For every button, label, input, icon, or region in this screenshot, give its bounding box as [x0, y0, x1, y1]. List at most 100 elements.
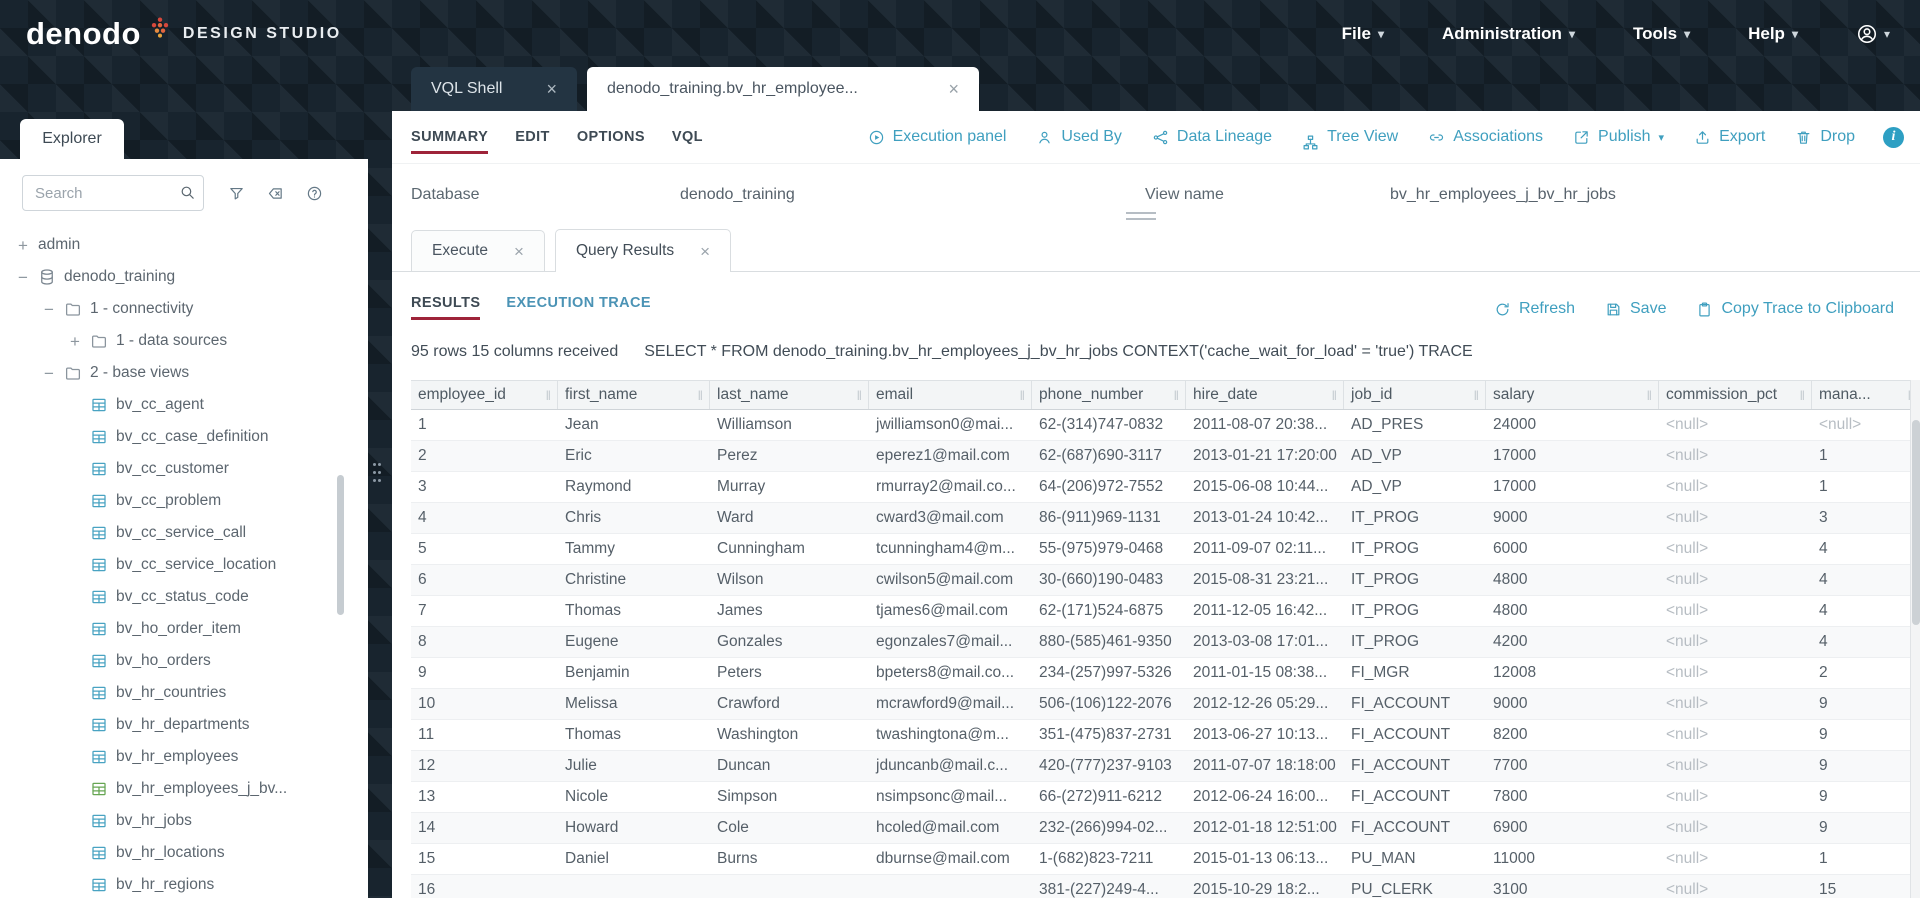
action-publish[interactable]: Publish ▾ [1573, 128, 1664, 146]
tree-item-2-base-views[interactable]: − 2 - base views [0, 357, 368, 389]
subnav-vql[interactable]: VQL [672, 121, 703, 154]
collapse-icon[interactable]: − [42, 301, 56, 318]
action-tree-view[interactable]: Tree View [1302, 124, 1398, 151]
tree-item-bv-cc-service-location[interactable]: bv_cc_service_location [0, 549, 368, 581]
subnav-options[interactable]: OPTIONS [577, 121, 645, 154]
action-export[interactable]: Export [1694, 128, 1765, 146]
tree-item-bv-hr-locations[interactable]: bv_hr_locations [0, 837, 368, 869]
menu-tools[interactable]: Tools ▾ [1633, 24, 1690, 44]
scrollbar-thumb[interactable] [1912, 420, 1920, 625]
column-header-hire-date[interactable]: hire_date ‖ [1186, 381, 1344, 409]
tree-item-bv-cc-service-call[interactable]: bv_cc_service_call [0, 517, 368, 549]
column-header-employee-id[interactable]: employee_id ‖ [411, 381, 558, 409]
table-row[interactable]: 4 Chris Ward cward3@mail.com 86-(911)969-113… [411, 503, 1920, 534]
tree-item-bv-cc-status-code[interactable]: bv_cc_status_code [0, 581, 368, 613]
result-action-save[interactable]: Save [1605, 300, 1666, 318]
action-drop[interactable]: Drop [1795, 128, 1855, 146]
sort-handle-icon[interactable]: ‖ [1796, 388, 1805, 403]
action-used-by[interactable]: Used By [1036, 128, 1122, 146]
tab-view-document[interactable]: denodo_training.bv_hr_employee... × [587, 67, 979, 111]
table-row[interactable]: 6 Christine Wilson cwilson5@mail.com 30-(660… [411, 565, 1920, 596]
panel-resize-handle[interactable] [1126, 212, 1156, 220]
sort-handle-icon[interactable]: ‖ [542, 388, 551, 403]
filter-icon[interactable] [228, 185, 245, 202]
tab-vql-shell[interactable]: VQL Shell × [411, 67, 577, 111]
tree-item-bv-hr-employees-j-bv[interactable]: bv_hr_employees_j_bv... [0, 773, 368, 805]
sidebar-splitter[interactable] [368, 67, 392, 898]
subnav-summary[interactable]: SUMMARY [411, 121, 489, 154]
search-icon[interactable] [179, 184, 196, 201]
resultsnav-execution-trace[interactable]: EXECUTION TRACE [506, 295, 651, 320]
tree-item-bv-hr-departments[interactable]: bv_hr_departments [0, 709, 368, 741]
tree-item-denodo-training[interactable]: − denodo_training [0, 261, 368, 293]
table-row[interactable]: 11 Thomas Washington twashingtona@m... 351-(… [411, 720, 1920, 751]
table-row[interactable]: 9 Benjamin Peters bpeters8@mail.co... 234-(2… [411, 658, 1920, 689]
close-icon[interactable]: × [514, 243, 524, 260]
collapse-icon[interactable]: − [42, 365, 56, 382]
tree-item-bv-hr-countries[interactable]: bv_hr_countries [0, 677, 368, 709]
expand-icon[interactable]: + [16, 237, 30, 254]
clear-filter-icon[interactable] [267, 185, 284, 202]
action-data-lineage[interactable]: Data Lineage [1152, 128, 1272, 146]
column-header-commission-pct[interactable]: commission_pct ‖ [1659, 381, 1812, 409]
tree-item-bv-cc-agent[interactable]: bv_cc_agent [0, 389, 368, 421]
sort-handle-icon[interactable]: ‖ [1470, 388, 1479, 403]
tab-execute[interactable]: Execute × [411, 230, 545, 271]
close-icon[interactable]: × [546, 80, 557, 98]
tree-item-1-data-sources[interactable]: +1 - data sources [0, 325, 368, 357]
table-row[interactable]: 13 Nicole Simpson nsimpsonc@mail... 66-(272)… [411, 782, 1920, 813]
sort-handle-icon[interactable]: ‖ [1170, 388, 1179, 403]
tree-item-bv-hr-jobs[interactable]: bv_hr_jobs [0, 805, 368, 837]
table-row[interactable]: 16 381-(227)249-4... 2015-10-29 18:2... PU_… [411, 875, 1920, 898]
table-row[interactable]: 2 Eric Perez eperez1@mail.com 62-(687)690-31… [411, 441, 1920, 472]
splitter-grip-icon[interactable] [373, 463, 383, 487]
column-header-job-id[interactable]: job_id ‖ [1344, 381, 1486, 409]
tab-explorer[interactable]: Explorer [20, 119, 124, 159]
result-action-refresh[interactable]: Refresh [1494, 300, 1575, 318]
table-row[interactable]: 15 Daniel Burns dburnse@mail.com 1-(682)823-… [411, 844, 1920, 875]
table-row[interactable]: 1 Jean Williamson jwilliamson0@mai... 62-(31… [411, 410, 1920, 441]
table-row[interactable]: 10 Melissa Crawford mcrawford9@mail... 506-(… [411, 689, 1920, 720]
close-icon[interactable]: × [948, 80, 959, 98]
table-row[interactable]: 7 Thomas James tjames6@mail.com 62-(171)524-… [411, 596, 1920, 627]
tree-item-bv-hr-regions[interactable]: bv_hr_regions [0, 869, 368, 898]
action-associations[interactable]: Associations [1428, 128, 1543, 146]
menu-file[interactable]: File ▾ [1342, 24, 1384, 44]
table-row[interactable]: 14 Howard Cole hcoled@mail.com 232-(266)994-… [411, 813, 1920, 844]
column-header-salary[interactable]: salary ‖ [1486, 381, 1659, 409]
sidebar-scrollbar[interactable] [337, 475, 344, 615]
column-header-last-name[interactable]: last_name ‖ [710, 381, 869, 409]
sort-handle-icon[interactable]: ‖ [1016, 388, 1025, 403]
table-row[interactable]: 8 Eugene Gonzales egonzales7@mail... 880-(58… [411, 627, 1920, 658]
tree-item-bv-cc-case-definition[interactable]: bv_cc_case_definition [0, 421, 368, 453]
search-input[interactable] [22, 175, 204, 211]
result-action-copy-trace-to-clipboard[interactable]: Copy Trace to Clipboard [1696, 300, 1894, 318]
tree-item-1-connectivity[interactable]: − 1 - connectivity [0, 293, 368, 325]
tree-item-bv-cc-problem[interactable]: bv_cc_problem [0, 485, 368, 517]
collapse-icon[interactable]: − [16, 269, 30, 286]
tree-item-bv-ho-order-item[interactable]: bv_ho_order_item [0, 613, 368, 645]
tree-item-bv-cc-customer[interactable]: bv_cc_customer [0, 453, 368, 485]
sort-handle-icon[interactable]: ‖ [1643, 388, 1652, 403]
subnav-edit[interactable]: EDIT [515, 121, 550, 154]
sort-handle-icon[interactable]: ‖ [1328, 388, 1337, 403]
info-icon[interactable]: i [1883, 126, 1904, 148]
table-row[interactable]: 3 Raymond Murray rmurray2@mail.co... 64-(206… [411, 472, 1920, 503]
table-row[interactable]: 12 Julie Duncan jduncanb@mail.c... 420-(777)… [411, 751, 1920, 782]
menu-help[interactable]: Help ▾ [1748, 24, 1798, 44]
tree-item-admin[interactable]: + admin [0, 229, 368, 261]
help-icon[interactable] [306, 185, 323, 202]
column-header-email[interactable]: email ‖ [869, 381, 1032, 409]
column-header-mana[interactable]: mana...‖ [1812, 381, 1920, 409]
menu-administration[interactable]: Administration ▾ [1442, 24, 1575, 44]
expand-icon[interactable]: + [68, 333, 82, 350]
table-row[interactable]: 5 Tammy Cunningham tcunningham4@m... 55-(975… [411, 534, 1920, 565]
sort-handle-icon[interactable]: ‖ [853, 388, 862, 403]
action-execution-panel[interactable]: Execution panel [868, 128, 1006, 146]
tree-item-bv-hr-employees[interactable]: bv_hr_employees [0, 741, 368, 773]
tree-item-bv-ho-orders[interactable]: bv_ho_orders [0, 645, 368, 677]
sort-handle-icon[interactable]: ‖ [694, 388, 703, 403]
resultsnav-results[interactable]: RESULTS [411, 295, 481, 320]
column-header-phone-number[interactable]: phone_number ‖ [1032, 381, 1186, 409]
table-scrollbar[interactable] [1910, 380, 1920, 898]
